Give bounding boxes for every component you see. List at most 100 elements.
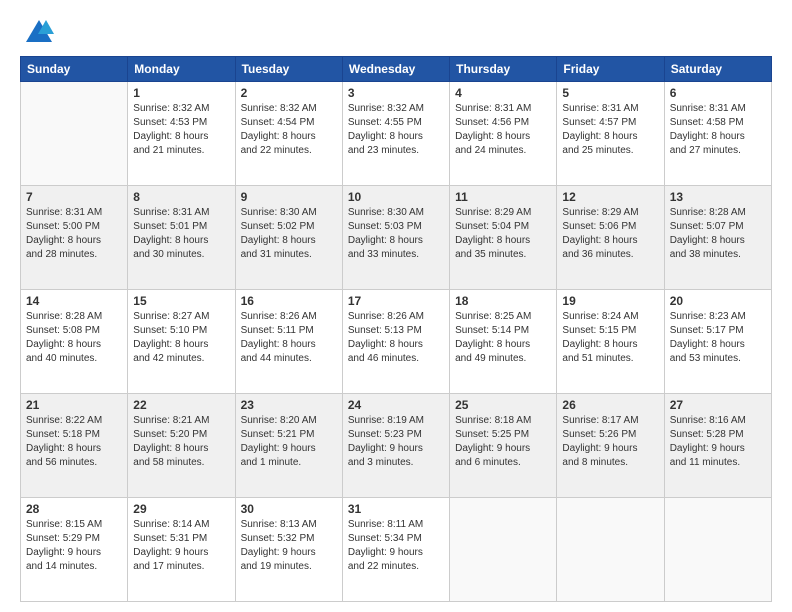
calendar-week-row: 21 Sunrise: 8:22 AM Sunset: 5:18 PM Dayli…	[21, 394, 772, 498]
calendar-day-cell: 17 Sunrise: 8:26 AM Sunset: 5:13 PM Dayli…	[342, 290, 449, 394]
day-info: Sunrise: 8:31 AM Sunset: 4:58 PM Dayligh…	[670, 102, 766, 158]
calendar-day-cell: 18 Sunrise: 8:25 AM Sunset: 5:14 PM Dayli…	[450, 290, 557, 394]
calendar-day-cell: 5 Sunrise: 8:31 AM Sunset: 4:57 PM Daylig…	[557, 82, 664, 186]
day-info: Sunrise: 8:32 AM Sunset: 4:55 PM Dayligh…	[348, 102, 444, 158]
calendar-day-cell: 9Sunrise: 8:30 AM Sunset: 5:02 PM Daylig…	[235, 186, 342, 290]
day-info: Sunrise: 8:15 AM Sunset: 5:29 PM Dayligh…	[26, 518, 122, 574]
day-number: 18	[455, 294, 551, 308]
calendar-day-cell: 16Sunrise: 8:26 AM Sunset: 5:11 PM Dayli…	[235, 290, 342, 394]
calendar-week-row: 1 Sunrise: 8:32 AM Sunset: 4:53 PM Daylig…	[21, 82, 772, 186]
calendar-day-cell: 19 Sunrise: 8:24 AM Sunset: 5:15 PM Dayli…	[557, 290, 664, 394]
day-number: 25	[455, 398, 551, 412]
day-info: Sunrise: 8:30 AM Sunset: 5:03 PM Dayligh…	[348, 206, 444, 262]
weekday-header: Tuesday	[235, 57, 342, 82]
day-info: Sunrise: 8:31 AM Sunset: 4:57 PM Dayligh…	[562, 102, 658, 158]
day-info: Sunrise: 8:31 AM Sunset: 5:00 PM Dayligh…	[26, 206, 122, 262]
day-number: 23	[241, 398, 337, 412]
calendar-day-cell: 1 Sunrise: 8:32 AM Sunset: 4:53 PM Daylig…	[128, 82, 235, 186]
day-number: 6	[670, 86, 766, 100]
calendar-table: SundayMondayTuesdayWednesdayThursdayFrid…	[20, 56, 772, 602]
weekday-header: Sunday	[21, 57, 128, 82]
day-number: 19	[562, 294, 658, 308]
day-info: Sunrise: 8:28 AM Sunset: 5:07 PM Dayligh…	[670, 206, 766, 262]
calendar-day-cell: 12 Sunrise: 8:29 AM Sunset: 5:06 PM Dayli…	[557, 186, 664, 290]
day-number: 8	[133, 190, 229, 204]
day-info: Sunrise: 8:25 AM Sunset: 5:14 PM Dayligh…	[455, 310, 551, 366]
day-info: Sunrise: 8:20 AM Sunset: 5:21 PM Dayligh…	[241, 414, 337, 470]
day-info: Sunrise: 8:11 AM Sunset: 5:34 PM Dayligh…	[348, 518, 444, 574]
calendar-day-cell: 25 Sunrise: 8:18 AM Sunset: 5:25 PM Dayli…	[450, 394, 557, 498]
day-info: Sunrise: 8:27 AM Sunset: 5:10 PM Dayligh…	[133, 310, 229, 366]
weekday-header: Friday	[557, 57, 664, 82]
calendar-week-row: 14Sunrise: 8:28 AM Sunset: 5:08 PM Dayli…	[21, 290, 772, 394]
day-info: Sunrise: 8:23 AM Sunset: 5:17 PM Dayligh…	[670, 310, 766, 366]
calendar-day-cell: 11 Sunrise: 8:29 AM Sunset: 5:04 PM Dayli…	[450, 186, 557, 290]
day-number: 30	[241, 502, 337, 516]
day-info: Sunrise: 8:26 AM Sunset: 5:13 PM Dayligh…	[348, 310, 444, 366]
calendar-day-cell: 23 Sunrise: 8:20 AM Sunset: 5:21 PM Dayli…	[235, 394, 342, 498]
calendar-day-cell: 31 Sunrise: 8:11 AM Sunset: 5:34 PM Dayli…	[342, 498, 449, 602]
day-number: 22	[133, 398, 229, 412]
weekday-header: Saturday	[664, 57, 771, 82]
calendar-day-cell: 29 Sunrise: 8:14 AM Sunset: 5:31 PM Dayli…	[128, 498, 235, 602]
calendar-day-cell: 28 Sunrise: 8:15 AM Sunset: 5:29 PM Dayli…	[21, 498, 128, 602]
day-number: 11	[455, 190, 551, 204]
calendar-week-row: 28 Sunrise: 8:15 AM Sunset: 5:29 PM Dayli…	[21, 498, 772, 602]
logo-icon	[24, 16, 54, 46]
day-info: Sunrise: 8:24 AM Sunset: 5:15 PM Dayligh…	[562, 310, 658, 366]
day-info: Sunrise: 8:30 AM Sunset: 5:02 PM Dayligh…	[241, 206, 337, 262]
day-number: 20	[670, 294, 766, 308]
day-info: Sunrise: 8:32 AM Sunset: 4:53 PM Dayligh…	[133, 102, 229, 158]
day-info: Sunrise: 8:14 AM Sunset: 5:31 PM Dayligh…	[133, 518, 229, 574]
day-number: 7	[26, 190, 122, 204]
day-number: 5	[562, 86, 658, 100]
day-info: Sunrise: 8:29 AM Sunset: 5:04 PM Dayligh…	[455, 206, 551, 262]
logo	[20, 16, 54, 46]
calendar-day-cell: 3Sunrise: 8:32 AM Sunset: 4:55 PM Daylig…	[342, 82, 449, 186]
day-number: 26	[562, 398, 658, 412]
day-number: 13	[670, 190, 766, 204]
day-info: Sunrise: 8:22 AM Sunset: 5:18 PM Dayligh…	[26, 414, 122, 470]
day-number: 31	[348, 502, 444, 516]
weekday-header: Wednesday	[342, 57, 449, 82]
day-info: Sunrise: 8:13 AM Sunset: 5:32 PM Dayligh…	[241, 518, 337, 574]
day-number: 1	[133, 86, 229, 100]
calendar-day-cell: 24 Sunrise: 8:19 AM Sunset: 5:23 PM Dayli…	[342, 394, 449, 498]
day-number: 12	[562, 190, 658, 204]
calendar-day-cell: 13 Sunrise: 8:28 AM Sunset: 5:07 PM Dayli…	[664, 186, 771, 290]
page: SundayMondayTuesdayWednesdayThursdayFrid…	[0, 0, 792, 612]
day-number: 2	[241, 86, 337, 100]
day-info: Sunrise: 8:18 AM Sunset: 5:25 PM Dayligh…	[455, 414, 551, 470]
day-info: Sunrise: 8:17 AM Sunset: 5:26 PM Dayligh…	[562, 414, 658, 470]
day-info: Sunrise: 8:32 AM Sunset: 4:54 PM Dayligh…	[241, 102, 337, 158]
header	[20, 16, 772, 46]
day-number: 29	[133, 502, 229, 516]
calendar-day-cell: 14Sunrise: 8:28 AM Sunset: 5:08 PM Dayli…	[21, 290, 128, 394]
weekday-header: Thursday	[450, 57, 557, 82]
day-info: Sunrise: 8:19 AM Sunset: 5:23 PM Dayligh…	[348, 414, 444, 470]
calendar-day-cell: 8Sunrise: 8:31 AM Sunset: 5:01 PM Daylig…	[128, 186, 235, 290]
day-info: Sunrise: 8:16 AM Sunset: 5:28 PM Dayligh…	[670, 414, 766, 470]
day-number: 27	[670, 398, 766, 412]
day-info: Sunrise: 8:21 AM Sunset: 5:20 PM Dayligh…	[133, 414, 229, 470]
calendar-header-row: SundayMondayTuesdayWednesdayThursdayFrid…	[21, 57, 772, 82]
day-number: 17	[348, 294, 444, 308]
day-info: Sunrise: 8:26 AM Sunset: 5:11 PM Dayligh…	[241, 310, 337, 366]
weekday-header: Monday	[128, 57, 235, 82]
day-number: 21	[26, 398, 122, 412]
day-info: Sunrise: 8:29 AM Sunset: 5:06 PM Dayligh…	[562, 206, 658, 262]
calendar-day-cell: 22 Sunrise: 8:21 AM Sunset: 5:20 PM Dayli…	[128, 394, 235, 498]
calendar-day-cell	[450, 498, 557, 602]
calendar-day-cell	[557, 498, 664, 602]
calendar-week-row: 7 Sunrise: 8:31 AM Sunset: 5:00 PM Daylig…	[21, 186, 772, 290]
calendar-day-cell: 20 Sunrise: 8:23 AM Sunset: 5:17 PM Dayli…	[664, 290, 771, 394]
calendar-day-cell: 2 Sunrise: 8:32 AM Sunset: 4:54 PM Daylig…	[235, 82, 342, 186]
day-number: 15	[133, 294, 229, 308]
calendar-day-cell: 26 Sunrise: 8:17 AM Sunset: 5:26 PM Dayli…	[557, 394, 664, 498]
calendar-day-cell	[21, 82, 128, 186]
day-info: Sunrise: 8:28 AM Sunset: 5:08 PM Dayligh…	[26, 310, 122, 366]
calendar-day-cell: 21 Sunrise: 8:22 AM Sunset: 5:18 PM Dayli…	[21, 394, 128, 498]
day-number: 24	[348, 398, 444, 412]
calendar-day-cell: 7 Sunrise: 8:31 AM Sunset: 5:00 PM Daylig…	[21, 186, 128, 290]
day-number: 28	[26, 502, 122, 516]
